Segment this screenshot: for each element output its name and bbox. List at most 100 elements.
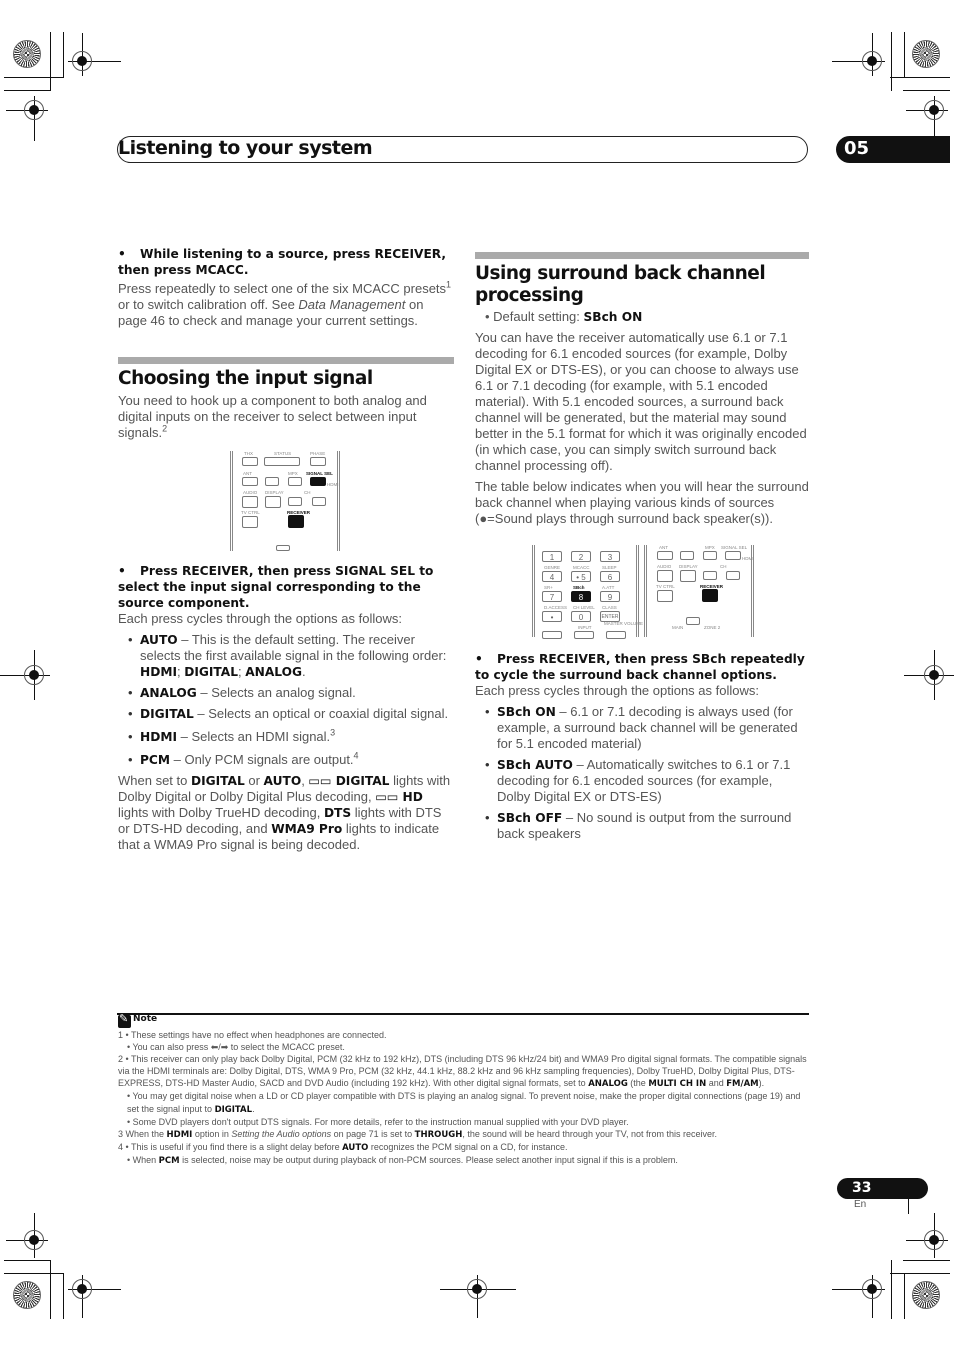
registration-mark-icon [467, 1279, 487, 1299]
key-label: CLASS [602, 605, 617, 610]
key-number: 6 [607, 573, 613, 582]
sbch-button: 8 [571, 591, 591, 602]
registration-mark-icon [24, 665, 44, 685]
key-number: 9 [607, 593, 613, 602]
sbch-options: SBch ON – 6.1 or 7.1 decoding is always … [475, 704, 809, 842]
key-label: A.ATT [602, 585, 615, 590]
keypad-button: 0 [571, 611, 591, 622]
keypad-button: 2 [571, 551, 591, 562]
keypad-button: • [542, 611, 562, 622]
keypad-button: 4 [542, 571, 562, 582]
keypad-button: 3 [600, 551, 620, 562]
section-title-surround-back: Using surround back channel processing [475, 263, 766, 306]
right-column: Using surround back channel processing •… [475, 252, 809, 847]
footnote-line: • You can also press ⬅/➡ to select the M… [127, 1042, 345, 1053]
remote-control-illustration: 1 2 3 GENRE 4 MCACC • 5 SLEEP 6 SR+ 7 SBch 8 A.ATT 9 D.… [532, 545, 754, 639]
option-analog: ANALOG – Selects an analog signal. [128, 685, 454, 701]
keypad-button: 6 [600, 571, 620, 582]
key-number: 1 [549, 553, 555, 562]
left-column: • While listening to a source, press RECE… [118, 246, 454, 853]
key-label: SR+ [544, 585, 553, 590]
registration-mark-icon [924, 1230, 944, 1250]
footnote-line: 4 • This is useful if you find there is … [118, 1141, 568, 1153]
signal-sel-step: • Press RECEIVER, then press SIGNAL SEL t… [118, 564, 434, 610]
key-label: SBch [573, 585, 585, 590]
option-sbch-on: SBch ON – 6.1 or 7.1 decoding is always … [485, 704, 809, 752]
registration-mark-icon [72, 51, 92, 71]
language-code: En [854, 1199, 867, 1210]
option-pcm: PCM – Only PCM signals are output.4 [128, 751, 454, 768]
page-title: Listening to your system [118, 137, 373, 159]
footnote-line: • Some DVD players don't output DTS sign… [127, 1116, 629, 1127]
zone-switch [686, 617, 700, 625]
signal-sel-button [310, 477, 326, 486]
default-setting: • Default setting: SBch ON [485, 309, 643, 324]
registration-mark-icon [924, 100, 944, 120]
option-digital: DIGITAL – Selects an optical or coaxial … [128, 706, 454, 722]
data-management-reference: Data Management [298, 297, 406, 312]
key-number: 0 [578, 613, 584, 622]
keypad-button: • 5 [571, 571, 591, 582]
registration-mark-icon [24, 1230, 44, 1250]
registration-mark-icon [924, 665, 944, 685]
mcacc-body: Press repeatedly to select one of the si… [118, 279, 452, 328]
keypad-button: 7 [542, 591, 562, 602]
key-label: SLEEP [602, 565, 617, 570]
starburst-mark-icon [13, 1281, 41, 1309]
cycle-intro: Each press cycles through the options as… [118, 611, 402, 626]
option-auto: AUTO – This is the default setting. The … [128, 632, 454, 680]
sbch-step: • Press RECEIVER, then press SBch repeate… [475, 652, 805, 682]
option-sbch-off: SBch OFF – No sound is output from the s… [485, 810, 809, 842]
key-label: MCACC [573, 565, 590, 570]
key-number: • 5 [576, 573, 586, 582]
footnote-line: • You may get digital noise when a LD or… [127, 1091, 801, 1115]
keypad-button: 1 [542, 551, 562, 562]
note-title: Note [133, 1014, 158, 1024]
key-number: 8 [578, 593, 584, 602]
keypad-button: 9 [600, 591, 620, 602]
section-divider [118, 357, 454, 364]
key-number: 4 [549, 573, 555, 582]
note-divider [117, 1013, 809, 1015]
registration-mark-icon [72, 1279, 92, 1299]
footnote-line: 2 • This receiver can only play back Dol… [118, 1054, 807, 1090]
section-title-input-signal: Choosing the input signal [118, 368, 373, 389]
table-intro: The table below indicates when you will … [475, 479, 809, 526]
option-sbch-auto: SBch AUTO – Automatically switches to 6.… [485, 757, 809, 805]
footnote-line: 1 • These settings have no effect when h… [118, 1030, 387, 1040]
cycle-intro: Each press cycles through the options as… [475, 683, 759, 698]
indicator-description: When set to DIGITAL or AUTO, ▭▭ DIGITAL … [118, 773, 451, 852]
option-hdmi: HDMI – Selects an HDMI signal.3 [128, 728, 454, 745]
input-signal-intro: You need to hook up a component to both … [118, 393, 427, 440]
section-divider [475, 252, 809, 259]
pencil-note-icon [118, 1012, 131, 1028]
surround-back-description: You can have the receiver automatically … [475, 330, 807, 473]
key-number: • [550, 613, 554, 622]
registration-mark-icon [24, 100, 44, 120]
chapter-number: 05 [844, 138, 870, 159]
footnote-line: • When PCM is selected, noise may be out… [127, 1154, 678, 1166]
starburst-mark-icon [912, 40, 940, 68]
registration-mark-icon [862, 1279, 882, 1299]
footnotes: 1 • These settings have no effect when h… [118, 1029, 810, 1167]
page-number: 33 [852, 1180, 872, 1196]
remote-button [242, 457, 258, 466]
remote-control-illustration: THX STATUS PHASE ANT MPX SIGNAL SEL HDMI… [230, 451, 340, 551]
key-label: CH LEVEL [573, 605, 595, 610]
remote-button [310, 457, 326, 466]
key-number: 2 [578, 553, 584, 562]
receiver-button [288, 515, 304, 528]
chapter-badge: 05 [836, 136, 950, 163]
input-signal-options: AUTO – This is the default setting. The … [118, 632, 454, 768]
mcacc-step: • While listening to a source, press RECE… [118, 247, 447, 277]
registration-mark-icon [862, 51, 882, 71]
starburst-mark-icon [13, 40, 41, 68]
remote-button [264, 457, 300, 466]
key-label: GENRE [544, 565, 561, 570]
page-number-badge: 33 [837, 1178, 928, 1199]
starburst-mark-icon [912, 1281, 940, 1309]
footnote-line: 3 When the HDMI option in Setting the Au… [118, 1128, 718, 1140]
key-number: 7 [549, 593, 555, 602]
key-number: 3 [607, 553, 613, 562]
receiver-button [702, 589, 718, 602]
